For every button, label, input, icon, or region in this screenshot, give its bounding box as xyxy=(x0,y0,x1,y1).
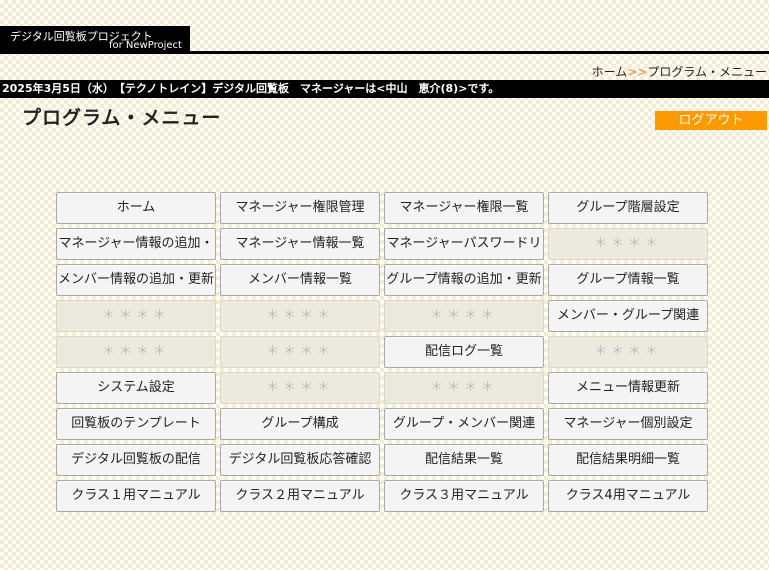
menu-button[interactable]: グループ情報一覧 xyxy=(548,264,708,296)
menu-button[interactable]: ホーム xyxy=(56,192,216,224)
menu-button[interactable]: システム設定 xyxy=(56,372,216,404)
menu-button[interactable]: 回覧板のテンプレート xyxy=(56,408,216,440)
menu-button[interactable]: デジタル回覧板の配信 xyxy=(56,444,216,476)
menu-button-disabled: ＊＊＊＊ xyxy=(220,300,380,332)
menu-button[interactable]: クラス２用マニュアル xyxy=(220,480,380,512)
breadcrumb-separator: >> xyxy=(627,65,648,79)
menu-button[interactable]: メンバー・グループ関連 xyxy=(548,300,708,332)
breadcrumb-home-link[interactable]: ホーム xyxy=(592,65,628,79)
menu-button-disabled: ＊＊＊＊ xyxy=(56,300,216,332)
logout-button[interactable]: ログアウト xyxy=(655,111,767,130)
breadcrumb: ホーム>>プログラム・メニュー xyxy=(592,63,767,80)
menu-button[interactable]: クラス4用マニュアル xyxy=(548,480,708,512)
menu-button[interactable]: マネージャーパスワードリ xyxy=(384,228,544,260)
site-logo: デジタル回覧板プロジェクト for NewProject xyxy=(0,26,190,53)
menu-button[interactable]: クラス３用マニュアル xyxy=(384,480,544,512)
menu-button-disabled: ＊＊＊＊ xyxy=(220,372,380,404)
menu-button[interactable]: グループ・メンバー関連 xyxy=(384,408,544,440)
menu-button-disabled: ＊＊＊＊ xyxy=(548,336,708,368)
menu-button-disabled: ＊＊＊＊ xyxy=(384,300,544,332)
menu-button[interactable]: マネージャー権限管理 xyxy=(220,192,380,224)
menu-button[interactable]: マネージャー権限一覧 xyxy=(384,192,544,224)
info-bar: 2025年3月5日（水） 【テクノトレイン】デジタル回覧板 マネージャーは<中山… xyxy=(0,80,769,98)
header-divider xyxy=(0,51,769,54)
menu-button[interactable]: グループ情報の追加・更新 xyxy=(384,264,544,296)
logo-subtitle: for NewProject xyxy=(109,40,182,51)
program-menu-grid: ホーム マネージャー権限管理 マネージャー権限一覧 グループ階層設定 マネージャ… xyxy=(56,192,708,512)
menu-button[interactable]: マネージャー情報の追加・ xyxy=(56,228,216,260)
menu-button[interactable]: マネージャー個別設定 xyxy=(548,408,708,440)
menu-button[interactable]: デジタル回覧板応答確認 xyxy=(220,444,380,476)
menu-button-disabled: ＊＊＊＊ xyxy=(384,372,544,404)
menu-button[interactable]: メンバー情報一覧 xyxy=(220,264,380,296)
menu-button[interactable]: 配信結果明細一覧 xyxy=(548,444,708,476)
menu-button-disabled: ＊＊＊＊ xyxy=(220,336,380,368)
menu-button[interactable]: 配信ログ一覧 xyxy=(384,336,544,368)
breadcrumb-current: プログラム・メニュー xyxy=(647,65,767,79)
menu-button[interactable]: マネージャー情報一覧 xyxy=(220,228,380,260)
menu-button[interactable]: グループ階層設定 xyxy=(548,192,708,224)
menu-button[interactable]: 配信結果一覧 xyxy=(384,444,544,476)
menu-button[interactable]: グループ構成 xyxy=(220,408,380,440)
menu-button[interactable]: メニュー情報更新 xyxy=(548,372,708,404)
menu-button[interactable]: メンバー情報の追加・更新 xyxy=(56,264,216,296)
page-title: プログラム・メニュー xyxy=(22,107,222,129)
menu-button[interactable]: クラス１用マニュアル xyxy=(56,480,216,512)
menu-button-disabled: ＊＊＊＊ xyxy=(56,336,216,368)
menu-button-disabled: ＊＊＊＊ xyxy=(548,228,708,260)
